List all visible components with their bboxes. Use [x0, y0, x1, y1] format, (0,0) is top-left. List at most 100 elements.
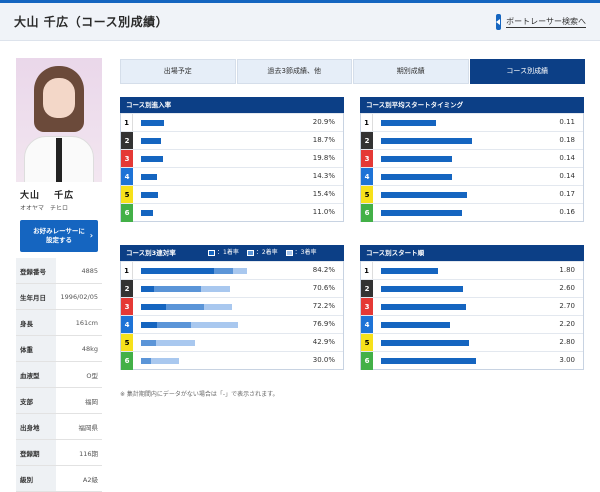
profile-value: 161cm [75, 318, 98, 327]
lane-row-1: 1 1.80 [361, 261, 583, 280]
panel-rows: 1 20.9% 2 18.7% 3 19.8% 4 14.3% 5 15.4% 6 11.0% [120, 113, 344, 222]
lane-row-2: 2 18.7% [121, 131, 343, 150]
profile-value: 4885 [81, 266, 98, 275]
bar [141, 137, 162, 144]
profile-label: 登録番号 [16, 258, 56, 283]
lane-number: 5 [121, 333, 133, 352]
racer-search-link[interactable]: ボートレーサー検索へ [496, 12, 586, 32]
racer-profile-sidebar: 大山 千広 オオヤマ チヒロ お好みレーサーに 設定する › 登録番号 4885 生年… [16, 58, 102, 492]
bar-area: 11.0% [133, 204, 343, 222]
bar-segment-3 [151, 357, 179, 364]
profile-value: O型 [86, 371, 98, 380]
lane-number: 6 [121, 203, 133, 222]
lane-row-1: 1 84.2% [121, 261, 343, 280]
bar-area: 19.8% [133, 150, 343, 168]
bar-segment-2 [214, 267, 233, 274]
lane-number: 6 [361, 203, 373, 222]
profile-row: 血液型 O型 [16, 362, 102, 388]
bar [381, 137, 472, 144]
profile-label: 支部 [16, 388, 56, 413]
value-label: 18.7% [312, 135, 335, 144]
tab-1[interactable]: 出場予定 [120, 59, 236, 84]
lane-number: 6 [121, 351, 133, 370]
footnote: ※ 集計期間内にデータがない場合は「-」で表示されます。 [120, 391, 279, 398]
lane-number: 3 [121, 149, 133, 168]
lane-row-4: 4 76.9% [121, 315, 343, 334]
tab-3[interactable]: 期別成績 [353, 59, 469, 84]
racer-name: 大山 千広 [20, 191, 75, 201]
page-title: 大山 千広（コース別成績） [14, 15, 169, 29]
bar-area: 3.00 [373, 352, 583, 370]
lane-row-3: 3 0.14 [361, 149, 583, 168]
lane-row-4: 4 14.3% [121, 167, 343, 186]
lane-row-1: 1 20.9% [121, 113, 343, 132]
bar-segment-3 [191, 321, 238, 328]
profile-row: 級別 A2級 [16, 466, 102, 492]
lane-row-4: 4 2.20 [361, 315, 583, 334]
lane-number: 1 [361, 261, 373, 280]
bar [141, 209, 153, 216]
value-label: 30.0% [312, 355, 335, 364]
profile-label: 登録期 [16, 440, 56, 465]
lane-number: 1 [121, 113, 133, 132]
profile-table: 登録番号 4885 生年月日 1996/02/05 身長 161cm 体重 48kg 血液型 O型… [16, 258, 102, 492]
value-label: 76.9% [312, 319, 335, 328]
bar [381, 119, 437, 126]
profile-value: 1996/02/05 [60, 292, 98, 301]
profile-label: 身長 [16, 310, 56, 335]
lane-number: 3 [361, 149, 373, 168]
set-favorite-button[interactable]: お好みレーサーに 設定する › [20, 220, 98, 252]
bar-area: 42.9% [133, 334, 343, 352]
lane-row-4: 4 0.14 [361, 167, 583, 186]
panel-title: コース別スタート順 [360, 245, 584, 261]
panel-title: コース別平均スタートタイミング [360, 97, 584, 113]
profile-value: 116期 [79, 449, 98, 458]
lane-number: 4 [361, 315, 373, 334]
lane-number: 1 [361, 113, 373, 132]
bar [381, 321, 451, 328]
lane-number: 5 [361, 185, 373, 204]
panel-rows: 1 0.11 2 0.18 3 0.14 4 0.14 5 0.17 6 0.16 [360, 113, 584, 222]
lane-row-5: 5 0.17 [361, 185, 583, 204]
lane-row-6: 6 3.00 [361, 351, 583, 370]
profile-value: 48kg [81, 344, 98, 353]
value-label: 19.8% [312, 153, 335, 162]
legend: ：1着率 ：2着率 ：3着率 [208, 245, 324, 261]
bar-segment-2 [157, 321, 192, 328]
profile-row: 登録番号 4885 [16, 258, 102, 284]
lane-number: 6 [361, 351, 373, 370]
value-label: 0.17 [559, 189, 575, 198]
bar-area: 72.2% [133, 298, 343, 316]
panel-title: コース別進入率 [120, 97, 344, 113]
set-favorite-label: お好みレーサーに 設定する [33, 227, 85, 244]
bar-segment-1 [141, 303, 167, 310]
profile-value: 福岡 [85, 397, 98, 406]
bar-area: 0.17 [373, 186, 583, 204]
legend-swatch-1st [208, 250, 215, 256]
bar-segment-2 [166, 303, 204, 310]
profile-label: 出身地 [16, 414, 56, 439]
lane-row-3: 3 72.2% [121, 297, 343, 316]
lane-row-2: 2 70.6% [121, 279, 343, 298]
lane-row-6: 6 0.16 [361, 203, 583, 222]
bar [381, 339, 470, 346]
lane-row-6: 6 11.0% [121, 203, 343, 222]
bar-area: 30.0% [133, 352, 343, 370]
bar-area: 15.4% [133, 186, 343, 204]
tab-4[interactable]: コース別成績 [469, 59, 585, 84]
value-label: 0.18 [559, 135, 575, 144]
bar-area: 2.20 [373, 316, 583, 334]
bar [381, 209, 462, 216]
panel-start-rank: コース別スタート順 1 1.80 2 2.60 3 2.70 4 2.20 5 2.80 6 3.00 [360, 245, 584, 370]
bar-area: 76.9% [133, 316, 343, 334]
racer-search-link-label: ボートレーサー検索へ [506, 17, 586, 28]
tab-2[interactable]: 過去3節成績、他 [236, 59, 352, 84]
lane-row-3: 3 2.70 [361, 297, 583, 316]
lane-number: 1 [121, 261, 133, 280]
profile-label: 級別 [16, 466, 56, 491]
chevron-left-icon [496, 14, 502, 30]
bar-area: 84.2% [133, 262, 343, 280]
profile-row: 生年月日 1996/02/05 [16, 284, 102, 310]
legend-label-3rd: ：3着率 [294, 249, 317, 256]
lane-number: 5 [121, 185, 133, 204]
